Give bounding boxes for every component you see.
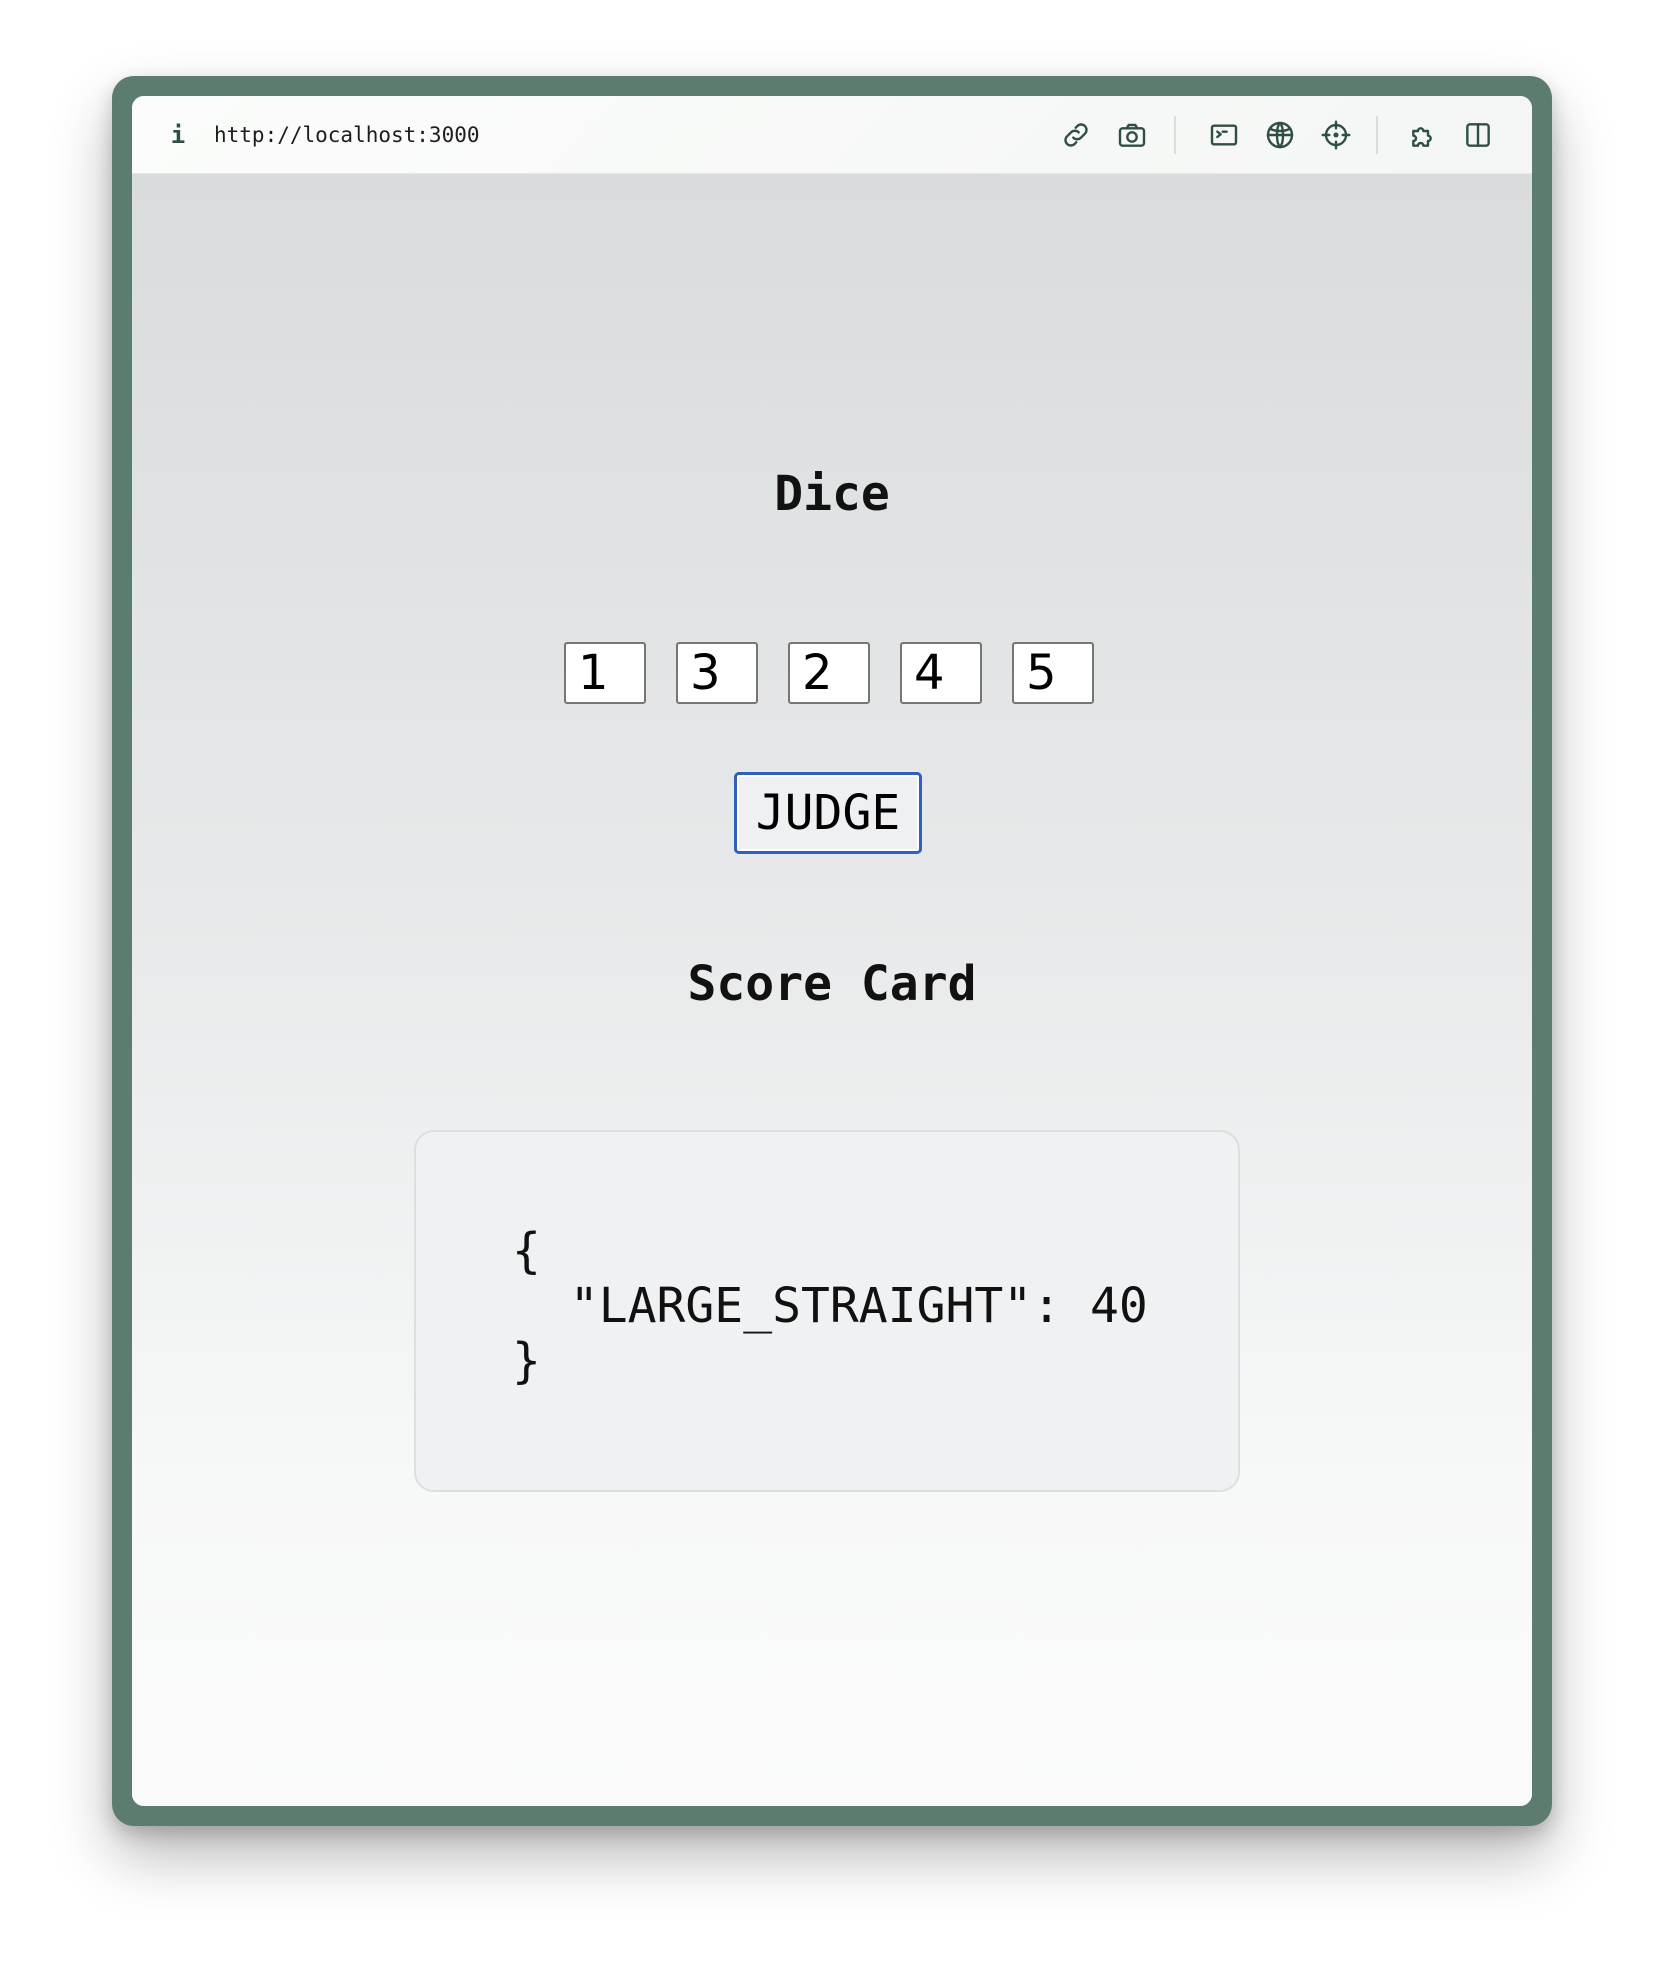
crosshair-icon[interactable] <box>1318 117 1354 153</box>
link-icon[interactable] <box>1058 117 1094 153</box>
info-icon[interactable]: i <box>168 118 188 152</box>
globe-icon[interactable] <box>1262 117 1298 153</box>
browser-window: i http://localhost:3000 Dice 1 3 2 4 5 J… <box>112 76 1552 1826</box>
toolbar-divider <box>1376 116 1378 154</box>
split-view-icon[interactable] <box>1460 117 1496 153</box>
dice-inputs <box>564 642 1094 704</box>
page-content: Dice JUDGE Score Card { "LARGE_STRAIGHT"… <box>132 174 1532 1806</box>
die-input-3[interactable] <box>788 642 870 704</box>
score-card-panel: { "LARGE_STRAIGHT": 40 } <box>414 1130 1240 1492</box>
url-bar[interactable]: http://localhost:3000 <box>214 118 480 152</box>
puzzle-icon[interactable] <box>1406 117 1442 153</box>
camera-icon[interactable] <box>1114 117 1150 153</box>
die-input-2[interactable] <box>676 642 758 704</box>
browser-toolbar: i http://localhost:3000 <box>132 96 1532 174</box>
terminal-icon[interactable] <box>1206 117 1242 153</box>
browser-viewport: i http://localhost:3000 Dice 1 3 2 4 5 J… <box>132 96 1532 1806</box>
judge-button[interactable]: JUDGE <box>734 772 922 854</box>
die-input-4[interactable] <box>900 642 982 704</box>
score-card-json: { "LARGE_STRAIGHT": 40 } <box>512 1223 1148 1389</box>
score-card-heading: Score Card <box>687 956 977 1012</box>
die-input-5[interactable] <box>1012 642 1094 704</box>
toolbar-divider <box>1174 116 1176 154</box>
dice-heading: Dice <box>774 466 890 522</box>
die-input-1[interactable] <box>564 642 646 704</box>
